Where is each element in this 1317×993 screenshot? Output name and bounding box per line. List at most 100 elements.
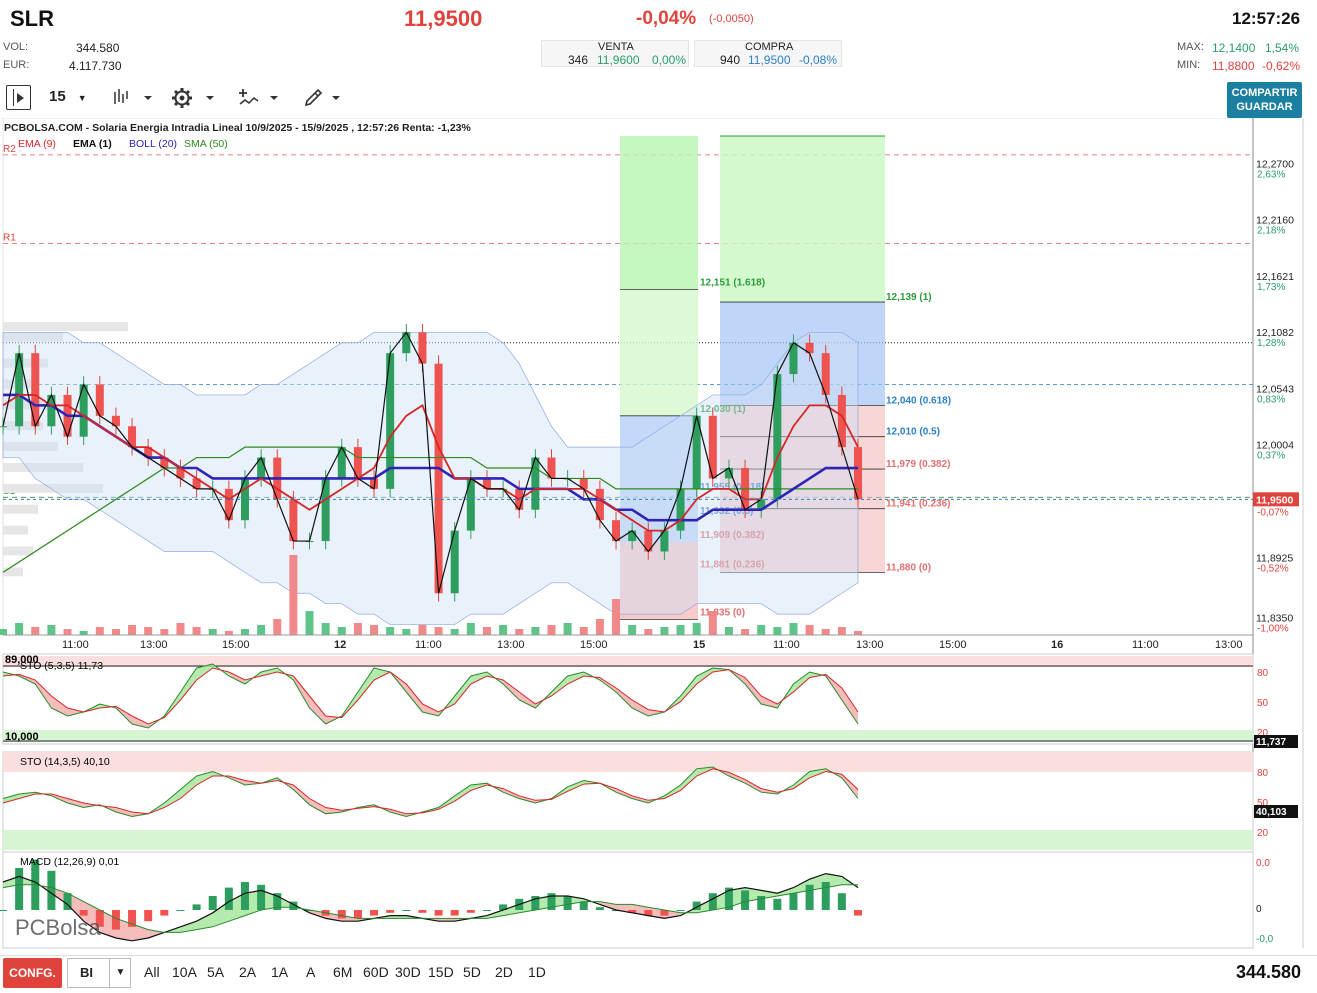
macd-histogram-bar — [805, 884, 814, 910]
period-5d[interactable]: 5D — [463, 964, 481, 980]
x-tick: 11:00 — [415, 639, 442, 651]
macd-histogram-bar — [15, 868, 24, 910]
period-2a[interactable]: 2A — [239, 964, 256, 980]
volume-bar — [563, 623, 572, 635]
indicators-icon[interactable] — [238, 86, 284, 115]
volume-bar — [208, 629, 217, 635]
macd-legend: MACD (12,26,9) 0,01 — [20, 856, 119, 868]
save-label: GUARDAR — [1236, 101, 1293, 113]
volume-bar — [644, 629, 653, 635]
drawing-icon[interactable] — [303, 86, 349, 115]
volume-bar — [95, 627, 104, 635]
min-value: 11,8800 — [1212, 59, 1255, 73]
macd-histogram-bar — [789, 893, 798, 910]
chart-area[interactable]: PCBOLSA.COM - Solaria Energia Intradia L… — [0, 118, 1317, 955]
indicator-plus-icon — [239, 89, 278, 105]
last-price-tag-pct: -0,07% — [1257, 507, 1289, 518]
share-save-button[interactable]: COMPARTIR GUARDAR — [1227, 82, 1302, 118]
candles-icon[interactable] — [112, 86, 158, 113]
volume-bar — [628, 625, 637, 635]
macd-histogram-bar — [224, 887, 233, 910]
eur-value: 4.117.730 — [69, 59, 122, 73]
max-pct: 1,54% — [1265, 41, 1300, 55]
buy-qty: 940 — [720, 53, 741, 67]
x-tick: 12 — [334, 639, 346, 651]
volume-bar — [176, 623, 185, 635]
volume-bar — [854, 631, 862, 635]
volume-bar — [337, 627, 346, 635]
min-pct: -0,62% — [1262, 59, 1301, 73]
volume-bar — [499, 625, 508, 635]
sto1-axis-tick: 80 — [1257, 668, 1269, 679]
macd-histogram-bar — [47, 870, 56, 910]
period-1d[interactable]: 1D — [528, 964, 546, 980]
macd-histogram-bar — [450, 910, 459, 916]
macd-histogram-bar — [837, 893, 846, 910]
sto2-axis-tick: 20 — [1257, 828, 1269, 839]
x-tick: 15:00 — [939, 639, 967, 651]
sto1-bottom-value: 10,000 — [5, 731, 39, 743]
pivot-label-r2: R2 — [3, 144, 16, 155]
macd-histogram-bar — [773, 898, 782, 910]
period-5a[interactable]: 5A — [207, 964, 224, 980]
macd-histogram-bar — [741, 890, 750, 910]
legend-sma: SMA (50) — [184, 138, 228, 150]
period-1a[interactable]: 1A — [271, 964, 288, 980]
sto1-oversold-zone — [3, 730, 1253, 742]
period-all[interactable]: All — [144, 964, 160, 980]
period-60d[interactable]: 60D — [363, 964, 389, 980]
x-tick: 16 — [1051, 639, 1063, 651]
volume-bar — [418, 625, 427, 635]
price-tick-pct: 1,28% — [1257, 338, 1285, 349]
period-a[interactable]: A — [306, 964, 315, 980]
fibo-left-green-zone-2 — [620, 289, 698, 416]
watermark-logo: PCBolsa — [15, 915, 101, 940]
volume-bar — [321, 623, 330, 635]
panel-toggle-icon[interactable] — [6, 85, 31, 110]
volume-bar — [160, 629, 169, 635]
macd-histogram-bar — [854, 910, 862, 916]
mode-select[interactable]: BI ▼ — [67, 958, 131, 988]
volume-bar — [128, 625, 137, 635]
volume-bar — [63, 629, 72, 635]
macd-histogram-bar — [337, 910, 346, 919]
last-price: 11,9500 — [404, 6, 483, 31]
volume-bar — [192, 627, 201, 635]
period-15d[interactable]: 15D — [428, 964, 454, 980]
bottom-bar — [0, 955, 1317, 993]
sto2-last-label: 40,103 — [1256, 807, 1287, 818]
settings-icon[interactable] — [171, 86, 217, 115]
volume-bar — [757, 625, 766, 635]
period-6m[interactable]: 6M — [333, 964, 352, 980]
mode-value: BI — [80, 965, 93, 980]
volume-bar — [0, 629, 7, 635]
fibo-right-label: 12,040 (0.618) — [886, 395, 951, 406]
price-tick-pct: 2,63% — [1257, 169, 1285, 180]
macd-panel — [2, 851, 1254, 949]
fibo-right-label: 11,880 (0) — [886, 562, 931, 573]
period-30d[interactable]: 30D — [395, 964, 421, 980]
macd-axis-zero: 0 — [1256, 904, 1262, 915]
macd-axis-top: 0,0 — [1256, 858, 1270, 869]
period-10a[interactable]: 10A — [172, 964, 197, 980]
volume-bar — [547, 625, 556, 635]
macd-histogram-bar — [370, 910, 379, 916]
volume-bar — [79, 631, 88, 635]
sto2-overbought-zone — [3, 752, 1253, 772]
change-percent: -0,04% — [636, 8, 697, 29]
macd-histogram-bar — [353, 910, 362, 919]
volume-bar — [612, 599, 621, 635]
interval-value: 15 — [49, 88, 66, 105]
price-tick-pct: 0,37% — [1257, 451, 1285, 462]
config-button[interactable]: CONFG. — [3, 958, 62, 988]
volume-bar — [15, 623, 24, 635]
price-tick-pct: -1,00% — [1257, 623, 1289, 634]
period-2d[interactable]: 2D — [495, 964, 513, 980]
macd-histogram-bar — [708, 893, 717, 910]
x-tick: 11:00 — [773, 639, 800, 651]
macd-histogram-bar — [402, 910, 411, 911]
sto1-axis-tick: 50 — [1257, 698, 1269, 709]
interval-dropdown[interactable]: 15 ▼ — [49, 88, 87, 105]
max-label: MAX: — [1177, 41, 1204, 53]
volume-bar — [289, 555, 298, 635]
